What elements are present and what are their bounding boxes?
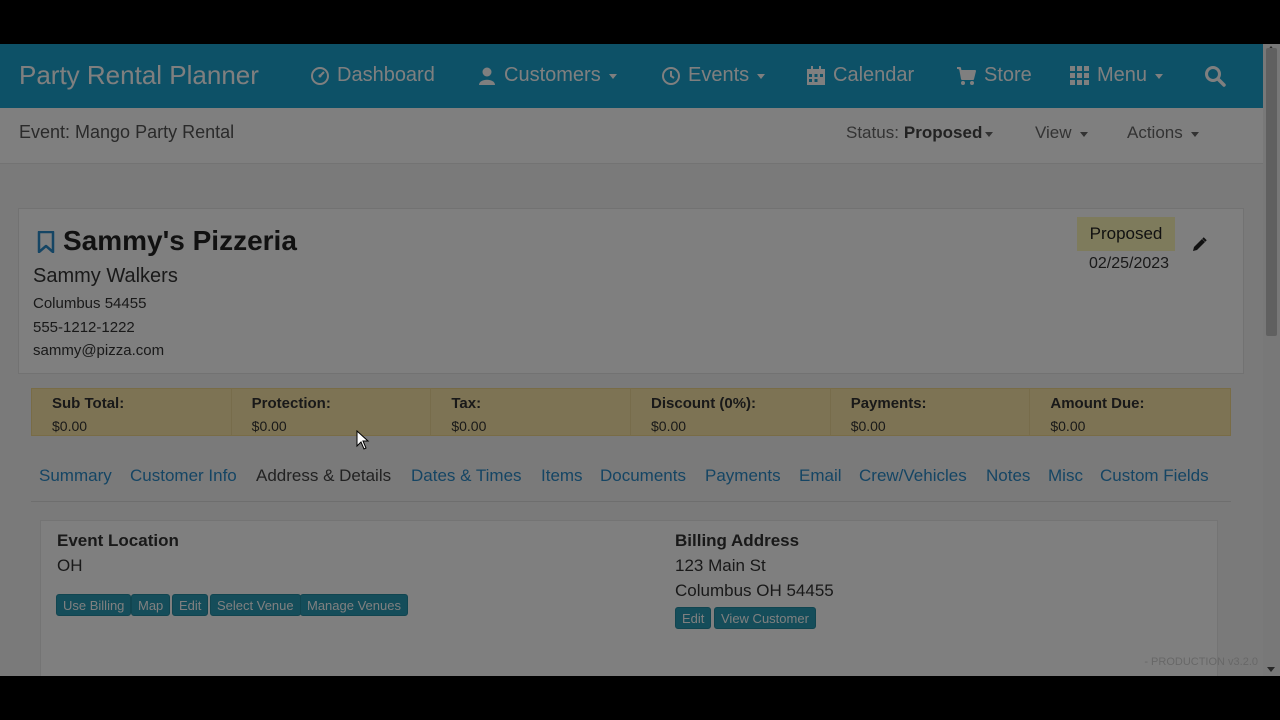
top-navbar: Party Rental Planner Dashboard Customers… <box>0 44 1263 108</box>
tab-notes[interactable]: Notes <box>986 466 1030 486</box>
tab-documents[interactable]: Documents <box>600 466 686 486</box>
tab-custom-fields[interactable]: Custom Fields <box>1100 466 1209 486</box>
total-label: Payments: <box>850 395 927 412</box>
nav-store[interactable]: Store <box>956 64 1032 87</box>
billing-address-heading: Billing Address <box>675 531 800 550</box>
use-billing-button[interactable]: Use Billing <box>56 594 132 616</box>
nav-dashboard[interactable]: Dashboard <box>310 64 435 87</box>
search-icon <box>1205 66 1226 87</box>
total-amount-due: Amount Due: $0.00 <box>1030 389 1230 435</box>
nav-menu-label: Menu <box>1097 64 1148 86</box>
manage-venues-button[interactable]: Manage Venues <box>300 594 408 616</box>
status-dropdown-value: Proposed <box>903 123 983 142</box>
nav-menu[interactable]: Menu <box>1070 64 1164 87</box>
nav-events-label: Events <box>688 64 750 86</box>
view-customer-button[interactable]: View Customer <box>714 607 816 629</box>
total-payments: Payments: $0.00 <box>831 389 1031 435</box>
actions-dropdown[interactable]: Actions <box>1127 123 1199 143</box>
tab-email[interactable]: Email <box>799 466 842 486</box>
tab-payments[interactable]: Payments <box>705 466 781 486</box>
total-value: $0.00 <box>251 418 287 434</box>
calendar-icon <box>807 65 825 85</box>
total-value: $0.00 <box>651 418 687 434</box>
customer-email[interactable]: sammy@pizza.com <box>33 342 164 359</box>
chevron-down-icon <box>757 74 766 79</box>
status-box: Proposed 02/25/2023 <box>1077 217 1175 281</box>
total-value: $0.00 <box>850 418 886 434</box>
customer-city-zip: Columbus 54455 <box>33 295 147 312</box>
scrollbar-thumb[interactable] <box>1266 48 1277 336</box>
chevron-down-icon <box>985 131 994 137</box>
user-icon <box>479 67 495 85</box>
clock-icon <box>662 66 680 85</box>
dashboard-icon <box>311 66 329 85</box>
nav-dashboard-label: Dashboard <box>337 64 435 86</box>
total-value: $0.00 <box>1050 418 1086 434</box>
status-dropdown[interactable]: Status: Proposed <box>846 123 994 143</box>
view-dropdown[interactable]: View <box>1035 123 1088 143</box>
edit-billing-button[interactable]: Edit <box>675 607 712 629</box>
page-title: Event: Mango Party Rental <box>19 122 235 142</box>
map-button[interactable]: Map <box>131 594 171 616</box>
tab-address-details[interactable]: Address & Details <box>256 466 391 486</box>
total-value: $0.00 <box>451 418 487 434</box>
status-badge: Proposed <box>1077 217 1175 251</box>
scroll-down-icon[interactable] <box>1267 667 1275 672</box>
mouse-cursor-icon <box>356 430 370 450</box>
version-label: - PRODUCTION v3.2.0 <box>1144 656 1258 668</box>
billing-street: 123 Main St <box>675 556 766 575</box>
edit-location-button[interactable]: Edit <box>172 594 209 616</box>
event-location-state: OH <box>57 556 83 575</box>
total-value: $0.00 <box>52 418 88 434</box>
nav-customers-label: Customers <box>504 64 601 86</box>
total-label: Protection: <box>251 395 331 412</box>
chevron-down-icon <box>1079 131 1088 137</box>
chevron-down-icon <box>1155 74 1164 79</box>
cart-icon <box>957 66 976 85</box>
grid-icon <box>1070 65 1089 85</box>
contact-name: Sammy Walkers <box>33 265 178 287</box>
total-discount: Discount (0%): $0.00 <box>631 389 831 435</box>
tab-customer-info[interactable]: Customer Info <box>130 466 237 486</box>
nav-events[interactable]: Events <box>661 64 766 87</box>
select-venue-button[interactable]: Select Venue <box>210 594 301 616</box>
nav-calendar[interactable]: Calendar <box>806 64 914 87</box>
pencil-icon[interactable] <box>1191 237 1207 253</box>
bookmark-icon[interactable] <box>37 231 55 253</box>
nav-store-label: Store <box>984 64 1032 86</box>
customer-name[interactable]: Sammy's Pizzeria <box>63 225 297 257</box>
totals-bar: Sub Total: $0.00 Protection: $0.00 Tax: … <box>31 388 1231 436</box>
event-tabs: Summary Customer Info Address & Details … <box>31 462 1231 502</box>
chevron-down-icon <box>1190 131 1199 137</box>
total-label: Tax: <box>451 395 482 412</box>
event-date: 02/25/2023 <box>1088 255 1170 272</box>
tab-crew-vehicles[interactable]: Crew/Vehicles <box>859 466 967 486</box>
nav-customers[interactable]: Customers <box>477 64 617 87</box>
total-label: Discount (0%): <box>651 395 757 412</box>
nav-calendar-label: Calendar <box>833 64 915 86</box>
vertical-scrollbar[interactable] <box>1263 44 1280 676</box>
search-button[interactable] <box>1204 65 1233 87</box>
app-screen: Party Rental Planner Dashboard Customers… <box>0 44 1280 676</box>
total-label: Sub Total: <box>52 395 125 412</box>
address-details-panel: Event Location OH Use Billing Map Edit S… <box>40 520 1218 676</box>
brand-title[interactable]: Party Rental Planner <box>19 60 259 91</box>
tab-items[interactable]: Items <box>541 466 583 486</box>
total-protection: Protection: $0.00 <box>232 389 432 435</box>
customer-phone: 555-1212-1222 <box>33 319 135 336</box>
billing-city-line: Columbus OH 54455 <box>675 581 834 600</box>
total-subtotal: Sub Total: $0.00 <box>32 389 232 435</box>
total-tax: Tax: $0.00 <box>431 389 632 435</box>
tab-summary[interactable]: Summary <box>39 466 112 486</box>
tab-dates-times[interactable]: Dates & Times <box>411 466 522 486</box>
chevron-down-icon <box>608 74 617 79</box>
event-subheader: Event: Mango Party Rental Status: Propos… <box>0 108 1263 164</box>
customer-card: Sammy's Pizzeria Sammy Walkers Columbus … <box>18 208 1244 374</box>
actions-dropdown-label: Actions <box>1127 123 1183 142</box>
status-dropdown-label: Status: <box>846 123 899 142</box>
total-label: Amount Due: <box>1050 395 1145 412</box>
tab-misc[interactable]: Misc <box>1048 466 1083 486</box>
event-location-heading: Event Location <box>57 531 179 550</box>
view-dropdown-label: View <box>1035 123 1072 142</box>
